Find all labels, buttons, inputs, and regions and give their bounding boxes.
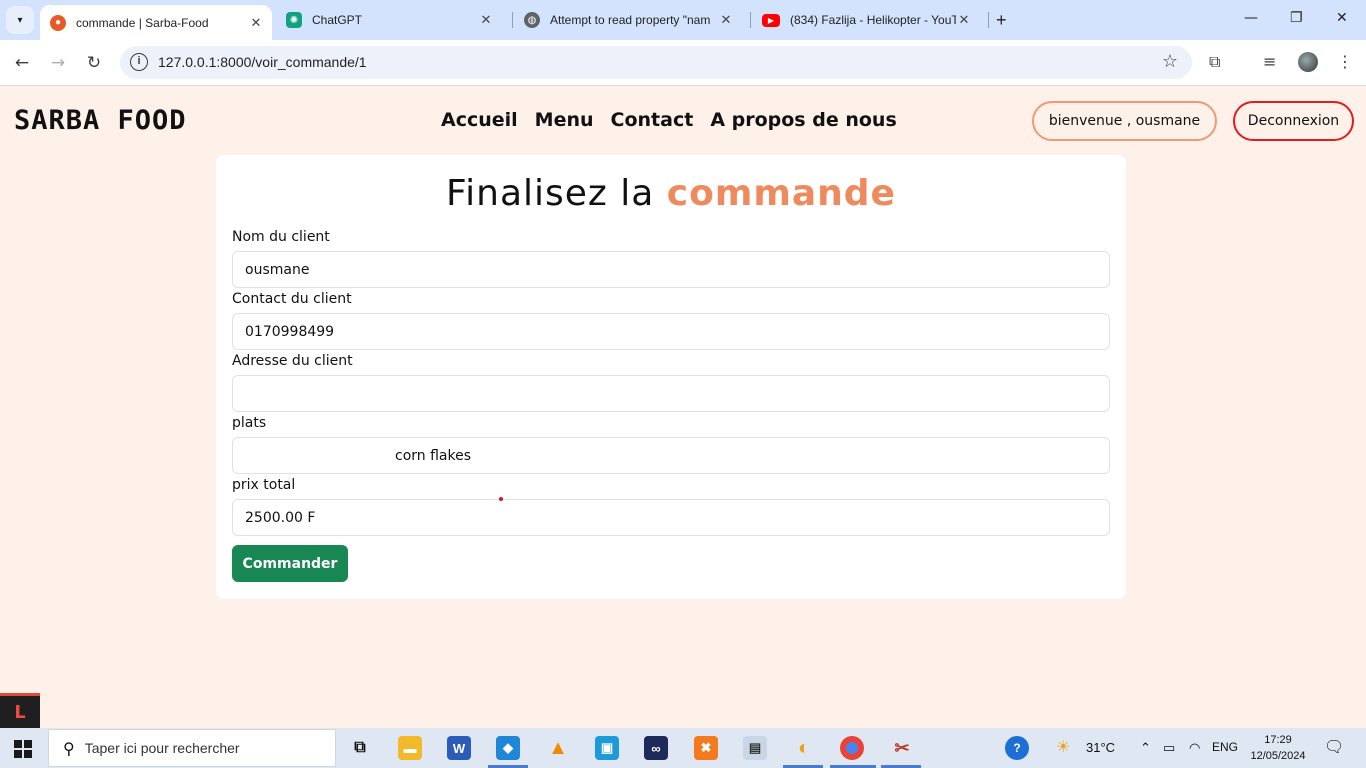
weather-temp[interactable]: 31°C <box>1086 740 1115 755</box>
brand-logo[interactable]: SARBA FOOD <box>14 105 187 136</box>
battery-icon[interactable]: ▭ <box>1163 740 1175 756</box>
site-info-icon[interactable]: i <box>130 53 148 71</box>
clock-time: 17:29 <box>1264 734 1292 746</box>
word-icon[interactable]: W <box>447 736 471 760</box>
new-tab-button[interactable]: + <box>996 10 1007 31</box>
client-address-input[interactable] <box>232 375 1110 412</box>
minimize-icon[interactable]: — <box>1244 10 1258 26</box>
browser-tabstrip: ▾ ● commande | Sarba-Food ✕ ✺ ChatGPT ✕ … <box>0 0 1366 40</box>
dbeaver-icon[interactable]: ◐ <box>792 736 816 760</box>
close-tab-icon[interactable]: ✕ <box>478 12 494 28</box>
tab-separator <box>988 12 989 28</box>
clock[interactable]: 17:29 12/05/2024 <box>1248 732 1308 764</box>
nav-link-a-propos[interactable]: A propos de nous <box>710 109 896 131</box>
address-bar[interactable]: i 127.0.0.1:8000/voir_commande/1 ☆ <box>120 46 1192 79</box>
tab-title: commande | Sarba-Food <box>76 15 209 30</box>
close-tab-icon[interactable]: ✕ <box>956 12 972 28</box>
close-tab-icon[interactable]: ✕ <box>718 12 734 28</box>
forward-arrow-icon[interactable]: → <box>46 51 70 75</box>
reload-icon[interactable]: ↻ <box>82 51 106 75</box>
image-viewer-icon[interactable]: ▤ <box>743 736 767 760</box>
tab-youtube[interactable]: ▶ (834) Fazlija - Helikopter - YouTu ✕ <box>760 0 980 40</box>
vscode-icon[interactable]: ◆ <box>496 736 520 760</box>
client-name-input[interactable] <box>232 251 1110 288</box>
chrome-icon[interactable] <box>840 736 864 760</box>
tab-title: Attempt to read property "nam <box>550 13 711 27</box>
order-form-card: Finalisez la commande Nom du client Cont… <box>216 155 1126 599</box>
media-control-icon[interactable]: ≡ <box>1263 52 1276 71</box>
total-price-label: prix total <box>232 477 296 493</box>
close-tab-icon[interactable]: ✕ <box>248 15 264 31</box>
dishes-label: plats <box>232 415 267 431</box>
title-accent: commande <box>666 173 896 214</box>
windows-start-icon[interactable] <box>14 740 32 758</box>
nav-link-menu[interactable]: Menu <box>535 109 594 131</box>
page-title: Finalisez la commande <box>216 173 1126 214</box>
vlc-icon[interactable]: ▲ <box>546 736 570 760</box>
order-submit-button[interactable]: Commander <box>232 545 348 582</box>
weather-icon[interactable]: ☀ <box>1056 737 1070 757</box>
logout-button[interactable]: Deconnexion <box>1233 101 1354 141</box>
cursor-dot <box>499 497 503 501</box>
notifications-icon[interactable]: 🗨 <box>1324 737 1344 757</box>
nav-link-contact[interactable]: Contact <box>611 109 694 131</box>
tab-error-search[interactable]: ◍ Attempt to read property "nam ✕ <box>522 0 742 40</box>
tab-sarba-food[interactable]: ● commande | Sarba-Food ✕ <box>40 5 272 40</box>
sandbox-icon[interactable]: ▣ <box>595 736 619 760</box>
tray-chevron-icon[interactable]: ⌃ <box>1140 740 1151 756</box>
visual-studio-icon[interactable]: ∞ <box>644 736 668 760</box>
url-text[interactable]: 127.0.0.1:8000/voir_commande/1 <box>158 54 367 70</box>
bookmark-star-icon[interactable]: ☆ <box>1162 51 1178 72</box>
nav-link-accueil[interactable]: Accueil <box>441 109 518 131</box>
help-icon[interactable]: ? <box>1005 736 1029 760</box>
sarba-food-favicon-icon: ● <box>50 14 66 31</box>
extensions-puzzle-icon[interactable]: ⧉ <box>1209 52 1220 72</box>
dishes-input[interactable] <box>232 437 1110 474</box>
search-placeholder: Taper ici pour rechercher <box>84 740 240 756</box>
client-name-label: Nom du client <box>232 229 330 245</box>
youtube-favicon-icon: ▶ <box>762 13 780 27</box>
client-contact-label: Contact du client <box>232 291 352 307</box>
client-address-label: Adresse du client <box>232 353 353 369</box>
close-window-icon[interactable]: ✕ <box>1336 10 1348 26</box>
search-icon: ⚲ <box>63 738 75 758</box>
browser-toolbar: ← → ↻ i 127.0.0.1:8000/voir_commande/1 ☆… <box>0 40 1366 86</box>
tab-title: ChatGPT <box>312 13 363 27</box>
more-menu-icon[interactable]: ⋮ <box>1337 52 1353 71</box>
laravel-debugbar-icon[interactable]: ᒪ <box>0 693 40 728</box>
welcome-user-button[interactable]: bienvenue , ousmane <box>1032 101 1217 141</box>
title-prefix: Finalisez la <box>446 173 655 214</box>
task-view-icon[interactable]: ⧉ <box>348 736 372 760</box>
back-arrow-icon[interactable]: ← <box>10 51 34 75</box>
file-explorer-icon[interactable]: ▬ <box>398 736 422 760</box>
clock-date: 12/05/2024 <box>1250 750 1306 762</box>
web-page: SARBA FOOD Accueil Menu Contact A propos… <box>0 87 1366 693</box>
windows-taskbar: ⚲ Taper ici pour rechercher ⧉ ▬ W ◆ ▲ ▣ … <box>0 728 1366 768</box>
tab-search-button[interactable]: ▾ <box>6 6 34 34</box>
wifi-icon[interactable]: ◠ <box>1189 740 1200 756</box>
profile-avatar[interactable] <box>1298 52 1318 72</box>
tab-separator <box>512 12 513 28</box>
xampp-icon[interactable]: ✖ <box>694 736 718 760</box>
tab-separator <box>750 12 751 28</box>
language-indicator[interactable]: ENG <box>1212 740 1238 754</box>
restore-icon[interactable]: ❐ <box>1290 10 1303 26</box>
tab-title: (834) Fazlija - Helikopter - YouTu <box>790 13 956 27</box>
client-contact-input[interactable] <box>232 313 1110 350</box>
chatgpt-favicon-icon: ✺ <box>286 12 302 28</box>
taskbar-search-box[interactable]: ⚲ Taper ici pour rechercher <box>48 729 336 767</box>
main-nav: Accueil Menu Contact A propos de nous <box>441 109 897 131</box>
tab-chatgpt[interactable]: ✺ ChatGPT ✕ <box>284 0 502 40</box>
globe-favicon-icon: ◍ <box>524 12 540 28</box>
total-price-input[interactable] <box>232 499 1110 536</box>
snipping-tool-icon[interactable]: ✂ <box>890 736 914 760</box>
